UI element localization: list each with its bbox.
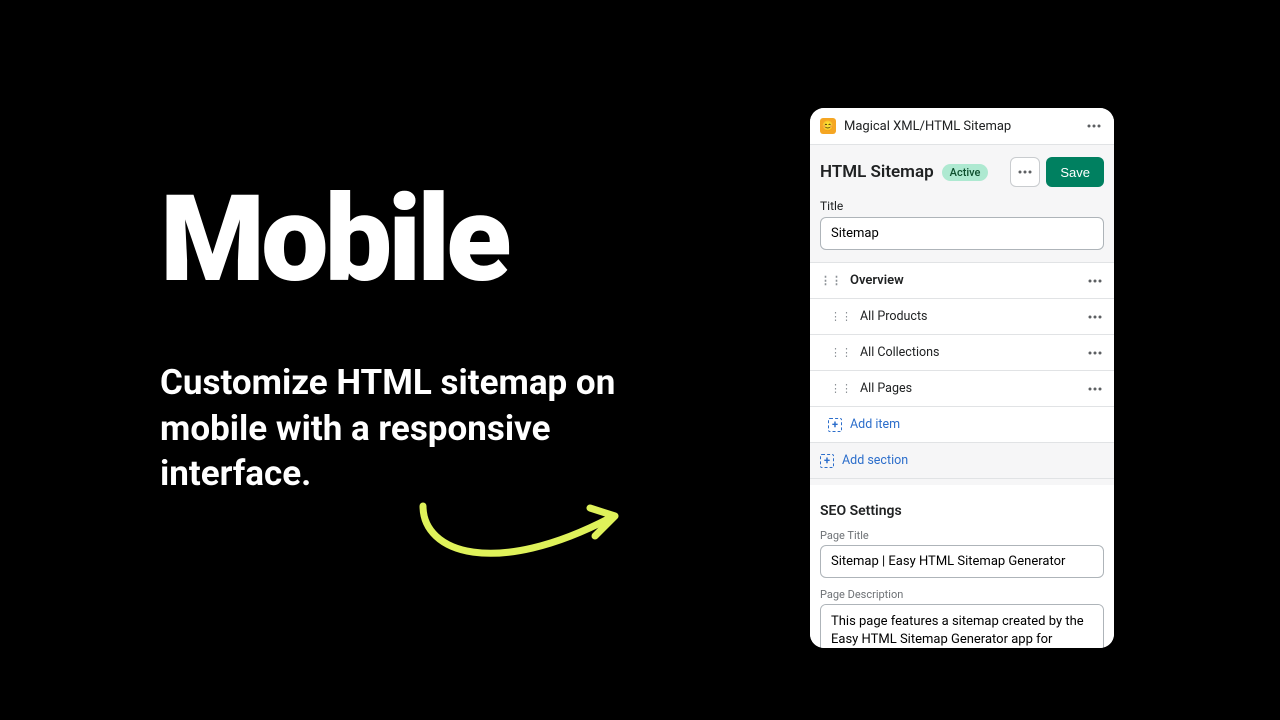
item-all-products[interactable]: ⋮⋮ All Products: [810, 299, 1114, 335]
item-menu[interactable]: [1086, 349, 1104, 357]
drag-handle-icon[interactable]: ⋮⋮: [830, 314, 852, 320]
add-item-button[interactable]: + Add item: [810, 407, 1114, 443]
section-overview[interactable]: ⋮⋮ Overview: [810, 263, 1114, 299]
seo-heading: SEO Settings: [820, 503, 1104, 519]
page-description-input[interactable]: [820, 604, 1104, 648]
item-menu[interactable]: [1086, 385, 1104, 393]
app-bar: 😊 Magical XML/HTML Sitemap: [810, 108, 1114, 145]
curved-arrow-icon: [415, 498, 625, 578]
status-badge: Active: [942, 164, 989, 181]
page-description-label: Page Description: [820, 588, 1104, 601]
page-header: HTML Sitemap Active Save: [810, 145, 1114, 199]
page-title-label: Page Title: [820, 529, 1104, 542]
item-menu[interactable]: [1086, 313, 1104, 321]
add-item-label: Add item: [850, 417, 900, 432]
section-overview-label: Overview: [850, 273, 1078, 288]
hero-headline: Mobile: [160, 180, 620, 300]
item-label: All Pages: [860, 381, 1078, 396]
add-icon: +: [820, 454, 834, 468]
page-heading: HTML Sitemap: [820, 162, 934, 182]
header-actions-button[interactable]: [1010, 157, 1040, 187]
hero-subtext: Customize HTML sitemap on mobile with a …: [160, 360, 620, 497]
item-label: All Products: [860, 309, 1078, 324]
page-title-input[interactable]: [820, 545, 1104, 578]
app-title: Magical XML/HTML Sitemap: [844, 119, 1076, 134]
add-icon: +: [828, 418, 842, 432]
drag-handle-icon[interactable]: ⋮⋮: [820, 278, 842, 284]
section-overview-menu[interactable]: [1086, 277, 1104, 285]
drag-handle-icon[interactable]: ⋮⋮: [830, 386, 852, 392]
add-section-label: Add section: [842, 453, 908, 468]
add-section-button[interactable]: + Add section: [810, 443, 1114, 479]
app-menu-button[interactable]: [1084, 116, 1104, 136]
drag-handle-icon[interactable]: ⋮⋮: [830, 350, 852, 356]
item-all-pages[interactable]: ⋮⋮ All Pages: [810, 371, 1114, 407]
item-all-collections[interactable]: ⋮⋮ All Collections: [810, 335, 1114, 371]
seo-settings: SEO Settings Page Title Page Description: [810, 485, 1114, 648]
item-label: All Collections: [860, 345, 1078, 360]
title-input[interactable]: [820, 217, 1104, 250]
mobile-preview: 😊 Magical XML/HTML Sitemap HTML Sitemap …: [810, 108, 1114, 648]
save-button[interactable]: Save: [1046, 157, 1104, 187]
title-label: Title: [820, 199, 1104, 213]
app-logo-icon: 😊: [820, 118, 836, 134]
